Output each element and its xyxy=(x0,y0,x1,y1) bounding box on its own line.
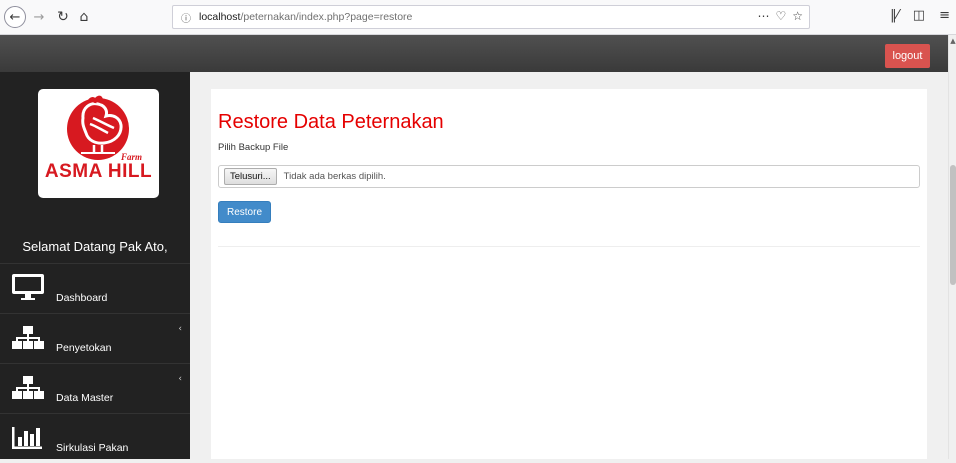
monitor-icon xyxy=(12,274,44,300)
sitemap-icon xyxy=(12,376,44,399)
url-bar[interactable]: ⓘ localhost/peternakan/index.php?page=re… xyxy=(172,5,810,29)
backup-file-input[interactable]: Telusuri... Tidak ada berkas dipilih. xyxy=(218,165,920,188)
sidebar-item-label: Data Master xyxy=(56,392,114,404)
logout-button[interactable]: logout xyxy=(885,44,930,68)
sidebar-item-data-master[interactable]: Data Master ‹ xyxy=(0,363,190,413)
scroll-up-icon[interactable]: ▲ xyxy=(949,37,956,45)
welcome-text: Selamat Datang Pak Ato, xyxy=(22,239,168,254)
chicken-logo-icon xyxy=(67,95,129,160)
browser-toolbar: ← → ↻ ⌂ ⓘ localhost/peternakan/index.php… xyxy=(0,0,956,35)
chevron-left-icon: ‹ xyxy=(178,374,182,384)
bar-chart-icon xyxy=(12,427,42,449)
divider xyxy=(218,246,920,247)
restore-button[interactable]: Restore xyxy=(218,201,271,223)
bookmark-star-icon[interactable]: ☆ xyxy=(792,9,803,23)
scroll-thumb[interactable] xyxy=(950,165,956,285)
page-scrollbar[interactable]: ▲ xyxy=(948,35,956,459)
sidebar: Farm ASMA HILL Selamat Datang Pak Ato, D… xyxy=(0,72,190,459)
more-icon[interactable]: ⋯ xyxy=(757,9,769,23)
sidebar-item-label: Sirkulasi Pakan xyxy=(56,442,129,454)
sidebar-item-label: Penyetokan xyxy=(56,342,112,354)
chevron-left-icon: ‹ xyxy=(178,324,182,334)
url-text: localhost/peternakan/index.php?page=rest… xyxy=(199,11,412,23)
reload-icon[interactable]: ↻ xyxy=(54,6,72,28)
info-icon[interactable]: ⓘ xyxy=(177,10,195,25)
pocket-icon[interactable]: ♡ xyxy=(775,9,786,23)
backup-file-label: Pilih Backup File xyxy=(218,142,289,153)
home-icon[interactable]: ⌂ xyxy=(75,6,93,28)
sidebar-icon[interactable]: ◫ xyxy=(913,8,925,23)
browse-button[interactable]: Telusuri... xyxy=(224,168,277,185)
sidebar-item-penyetokan[interactable]: Penyetokan ‹ xyxy=(0,313,190,363)
forward-icon[interactable]: → xyxy=(30,6,48,28)
library-icon[interactable]: ‖⁄ xyxy=(890,8,899,23)
sitemap-icon xyxy=(12,326,44,349)
url-host: localhost xyxy=(199,11,241,23)
page-title: Restore Data Peternakan xyxy=(218,111,444,133)
menu-icon[interactable]: ≡ xyxy=(939,8,950,23)
sidebar-item-label: Dashboard xyxy=(56,292,108,304)
sidebar-item-sirkulasi-pakan[interactable]: Sirkulasi Pakan xyxy=(0,413,190,463)
back-icon[interactable]: ← xyxy=(4,6,26,28)
url-path: /peternakan/index.php?page=restore xyxy=(240,11,413,23)
app-header: logout xyxy=(0,35,948,72)
content-panel: Restore Data Peternakan Pilih Backup Fil… xyxy=(211,89,927,459)
logo: Farm ASMA HILL xyxy=(38,89,159,198)
logo-brand: ASMA HILL xyxy=(44,161,153,182)
sidebar-item-dashboard[interactable]: Dashboard xyxy=(0,263,190,313)
file-status-text: Tidak ada berkas dipilih. xyxy=(283,171,386,182)
